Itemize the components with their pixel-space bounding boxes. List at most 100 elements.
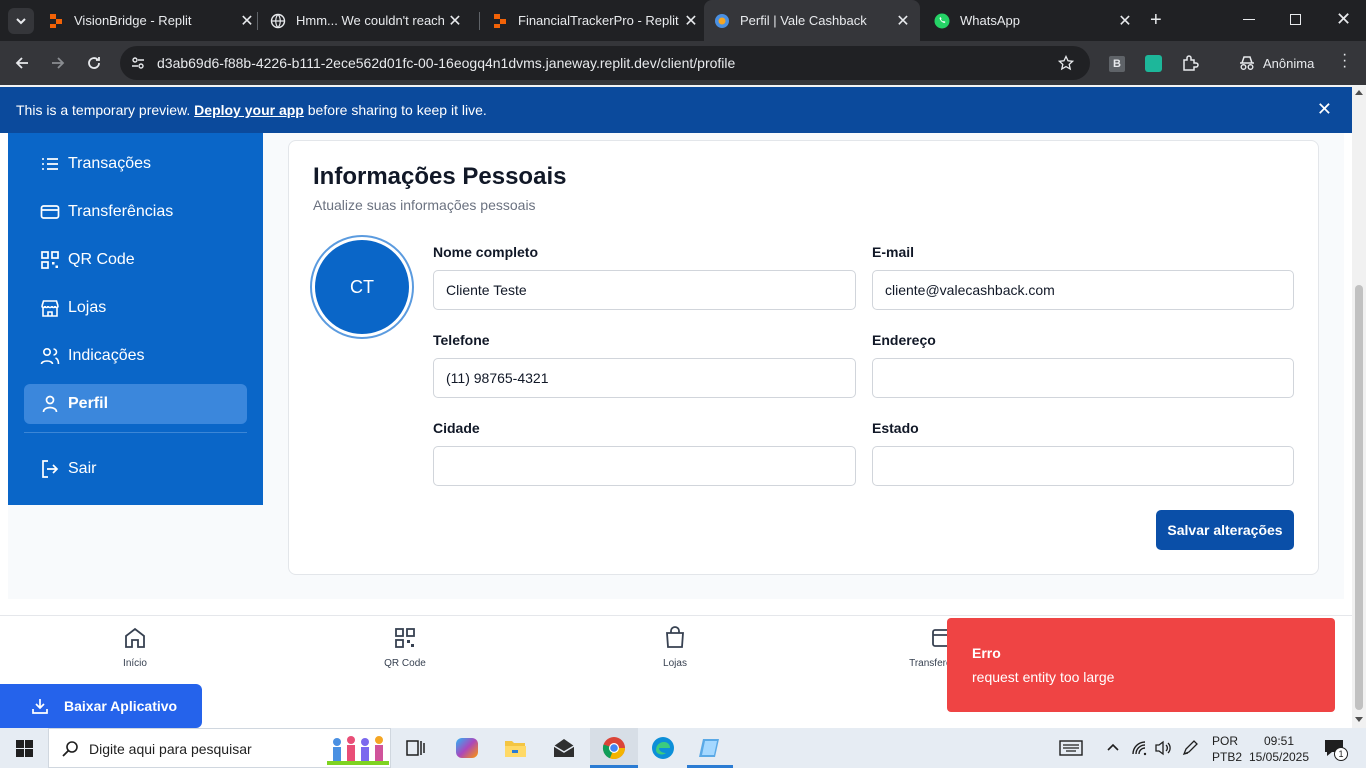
edge-icon[interactable] — [651, 736, 675, 760]
tab-search-button[interactable] — [8, 8, 34, 34]
phone-field[interactable] — [433, 358, 856, 398]
forward-arrow-icon[interactable] — [50, 55, 66, 71]
close-icon[interactable]: ✕ — [894, 11, 912, 31]
bottom-nav-lojas[interactable]: Lojas — [630, 626, 720, 669]
sidebar-item-indicacoes[interactable]: Indicações — [24, 336, 247, 376]
file-explorer-icon[interactable] — [504, 738, 526, 758]
extension-b-icon[interactable]: B — [1109, 56, 1125, 72]
sidebar-divider — [24, 432, 247, 433]
extension-green-icon[interactable] — [1145, 55, 1162, 72]
people-illustration-icon — [327, 736, 389, 765]
clock-date: 15/05/2025 — [1248, 750, 1310, 764]
credit-card-icon — [40, 205, 60, 219]
close-window-icon[interactable]: ✕ — [1336, 9, 1351, 30]
close-icon[interactable]: ✕ — [1116, 11, 1134, 31]
deploy-link[interactable]: Deploy your app — [194, 102, 304, 118]
search-placeholder: Digite aqui para pesquisar — [89, 741, 252, 757]
touch-keyboard-icon[interactable] — [1059, 740, 1083, 756]
minimize-window-icon[interactable] — [1243, 19, 1255, 20]
clock[interactable]: 09:51 15/05/2025 — [1248, 733, 1310, 765]
chrome-taskbar-icon[interactable] — [590, 728, 638, 768]
users-icon — [40, 347, 60, 365]
taskbar-search[interactable]: Digite aqui para pesquisar — [48, 728, 391, 768]
tab-title: FinancialTrackerPro - Replit — [518, 13, 679, 28]
sidebar-item-transacoes[interactable]: Transações — [24, 144, 247, 184]
profile-card: Informações Pessoais Atualize suas infor… — [288, 140, 1319, 575]
browser-tab-whatsapp[interactable]: WhatsApp ✕ — [934, 0, 1134, 41]
task-view-icon[interactable] — [405, 739, 425, 757]
close-icon[interactable]: ✕ — [238, 11, 256, 31]
volume-icon[interactable] — [1154, 740, 1172, 756]
close-icon[interactable]: ✕ — [446, 11, 464, 31]
state-label: Estado — [872, 420, 919, 436]
pen-icon[interactable] — [1181, 739, 1199, 757]
state-field[interactable] — [872, 446, 1294, 486]
name-field[interactable] — [433, 270, 856, 310]
page-title: Informações Pessoais — [313, 163, 567, 190]
email-field[interactable] — [872, 270, 1294, 310]
scrollbar-thumb[interactable] — [1355, 285, 1363, 710]
reload-icon[interactable] — [86, 55, 102, 71]
sidebar-item-qr-code[interactable]: QR Code — [24, 240, 247, 280]
browser-tab-unreachable[interactable]: Hmm... We couldn't reach this ✕ — [270, 0, 478, 41]
clock-time: 09:51 — [1263, 734, 1295, 748]
bottom-nav-qr-code[interactable]: QR Code — [360, 626, 450, 669]
save-button[interactable]: Salvar alterações — [1156, 510, 1294, 550]
bottom-nav-label: QR Code — [384, 658, 426, 669]
browser-tab-perfil[interactable]: Perfil | Vale Cashback ✕ — [704, 0, 920, 41]
sidebar-item-sair[interactable]: Sair — [24, 449, 247, 489]
sidebar-item-perfil[interactable]: Perfil — [24, 384, 247, 424]
browser-tab-strip: VisionBridge - Replit ✕ Hmm... We couldn… — [0, 0, 1366, 41]
globe-icon — [270, 13, 286, 29]
error-toast[interactable]: Erro request entity too large — [947, 618, 1335, 712]
shopping-bag-icon — [666, 626, 684, 648]
chevron-up-icon[interactable] — [1106, 742, 1120, 752]
page-scrollbar[interactable] — [1352, 87, 1366, 728]
scroll-up-arrow[interactable] — [1355, 90, 1363, 95]
browser-tab-financialtracker[interactable]: FinancialTrackerPro - Replit ✕ — [492, 0, 700, 41]
close-icon[interactable]: ✕ — [1317, 99, 1332, 120]
browser-tab-visionbridge[interactable]: VisionBridge - Replit ✕ — [48, 0, 256, 41]
app-taskbar-icon[interactable] — [687, 728, 733, 768]
incognito-icon — [1240, 56, 1254, 70]
browser-toolbar: d3ab69d6-f88b-4226-b111-2ece562d01fc-00-… — [0, 41, 1366, 85]
back-arrow-icon[interactable] — [14, 55, 30, 71]
sidebar-item-label: Transações — [68, 155, 151, 172]
address-field[interactable] — [872, 358, 1294, 398]
bottom-nav-inicio[interactable]: Início — [90, 626, 180, 669]
address-bar[interactable]: d3ab69d6-f88b-4226-b111-2ece562d01fc-00-… — [120, 46, 1090, 80]
list-icon — [42, 158, 58, 170]
mail-icon[interactable] — [553, 738, 575, 758]
user-icon — [42, 395, 58, 413]
copilot-icon[interactable] — [456, 738, 478, 758]
restore-window-icon[interactable] — [1290, 14, 1301, 25]
phone-label: Telefone — [433, 332, 490, 348]
new-tab-button[interactable]: + — [1150, 9, 1162, 32]
chrome-icon — [602, 737, 626, 760]
city-field[interactable] — [433, 446, 856, 486]
bookmark-star-icon[interactable] — [1058, 55, 1074, 71]
scroll-down-arrow[interactable] — [1355, 717, 1363, 722]
notification-center[interactable]: 1 — [1324, 739, 1348, 762]
email-label: E-mail — [872, 244, 915, 260]
wifi-icon[interactable] — [1131, 740, 1149, 756]
sidebar-item-label: Indicações — [68, 347, 145, 364]
windows-start-icon[interactable] — [16, 740, 33, 757]
notification-badge: 1 — [1334, 747, 1348, 761]
language-indicator[interactable]: POR PTB2 — [1212, 733, 1242, 765]
extensions-puzzle-icon[interactable] — [1181, 54, 1199, 72]
download-app-button[interactable]: Baixar Aplicativo — [0, 684, 202, 728]
sidebar-item-label: Transferências — [68, 203, 174, 220]
notebook-app-icon — [699, 739, 719, 757]
profile-button[interactable]: Anônima — [1228, 46, 1326, 80]
sidebar-item-transferencias[interactable]: Transferências — [24, 192, 247, 232]
site-info-icon[interactable] — [130, 55, 146, 71]
whatsapp-icon — [934, 13, 950, 29]
tab-title: VisionBridge - Replit — [74, 13, 192, 28]
avatar[interactable]: CT — [315, 240, 409, 334]
download-label: Baixar Aplicativo — [64, 698, 178, 714]
close-icon[interactable]: ✕ — [682, 11, 700, 31]
browser-menu-icon[interactable]: · · · — [1342, 47, 1347, 75]
logout-icon — [42, 460, 59, 478]
sidebar-item-lojas[interactable]: Lojas — [24, 288, 247, 328]
